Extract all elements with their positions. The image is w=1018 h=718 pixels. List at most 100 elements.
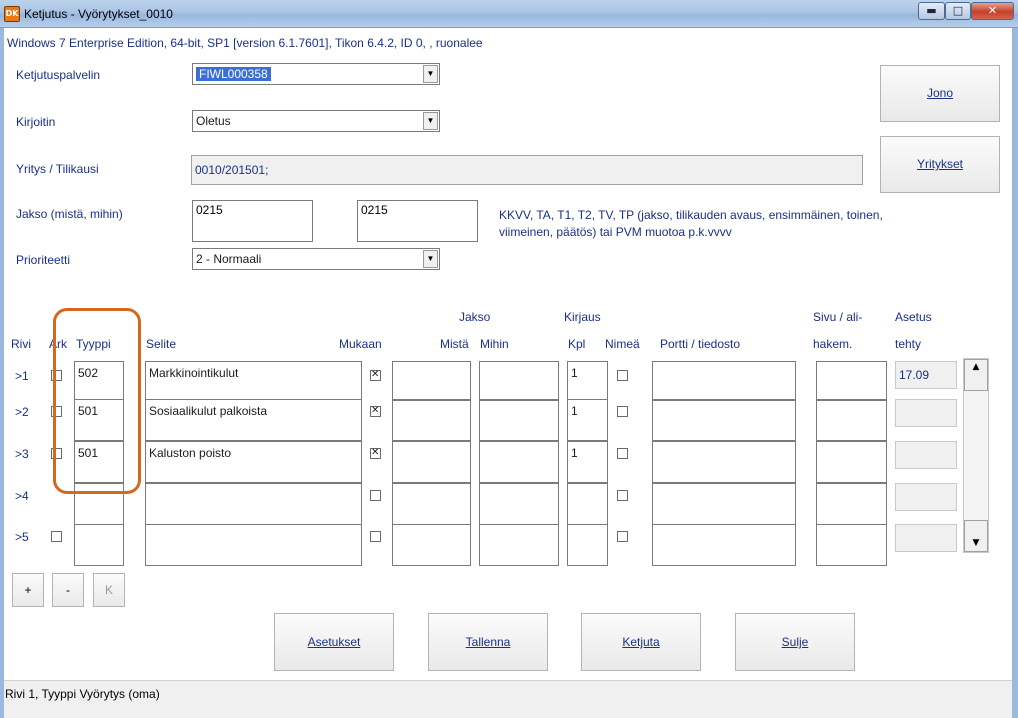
window-frame-right <box>1012 28 1018 718</box>
mista-cell[interactable] <box>392 399 471 441</box>
server-value: FIWL000358 <box>196 67 271 81</box>
mukaan-checkbox[interactable] <box>370 447 381 459</box>
ark-checkbox[interactable] <box>51 531 62 542</box>
mukaan-checkbox[interactable] <box>370 405 381 417</box>
minimize-button[interactable]: ▬ <box>918 2 945 20</box>
nimea-checkbox[interactable] <box>617 531 628 542</box>
sulje-button[interactable]: Sulje <box>735 613 855 671</box>
mihin-cell[interactable] <box>479 524 559 566</box>
selite-cell[interactable] <box>145 524 362 566</box>
server-label: Ketjutuspalvelin <box>16 68 101 82</box>
mista-cell[interactable] <box>392 483 471 525</box>
header-kpl: Kpl <box>568 337 586 351</box>
priority-label: Prioriteetti <box>16 253 71 267</box>
portti-cell[interactable] <box>652 524 796 566</box>
kpl-cell[interactable]: 1 <box>567 441 608 483</box>
printer-label: Kirjoitin <box>16 115 56 129</box>
mihin-cell[interactable] <box>479 399 559 441</box>
mihin-cell[interactable] <box>479 483 559 525</box>
chevron-down-icon[interactable]: ▼ <box>423 112 438 130</box>
nimea-checkbox[interactable] <box>617 448 628 459</box>
tyyppi-cell[interactable]: 501 <box>74 399 124 441</box>
add-row-button[interactable]: + <box>12 573 44 607</box>
scroll-down-icon[interactable]: ▼ <box>964 520 988 552</box>
printer-select[interactable]: Oletus ▼ <box>192 110 440 132</box>
tyyppi-cell[interactable]: 501 <box>74 441 124 483</box>
period-to-input[interactable]: 0215 <box>357 200 478 242</box>
nimea-checkbox[interactable] <box>617 490 628 501</box>
mukaan-checkbox[interactable] <box>370 490 381 501</box>
selite-cell[interactable]: Kaluston poisto <box>145 441 362 483</box>
mista-cell[interactable] <box>392 524 471 566</box>
mista-cell[interactable] <box>392 441 471 483</box>
asetus-cell <box>895 441 957 469</box>
chevron-down-icon[interactable]: ▼ <box>423 250 438 268</box>
asetus-cell <box>895 524 957 552</box>
ark-checkbox[interactable] <box>51 370 62 381</box>
header-mukaan: Mukaan <box>339 337 382 351</box>
sivu-cell[interactable] <box>816 441 887 483</box>
kpl-cell[interactable]: 1 <box>567 361 608 401</box>
k-button[interactable]: K <box>93 573 125 607</box>
header-tyyppi: Tyyppi <box>76 337 111 351</box>
mista-cell[interactable] <box>392 361 471 401</box>
nimea-checkbox[interactable] <box>617 370 628 381</box>
chevron-down-icon[interactable]: ▼ <box>423 65 438 83</box>
asetus-cell <box>895 483 957 511</box>
sivu-cell[interactable] <box>816 399 887 441</box>
kpl-cell[interactable] <box>567 524 608 566</box>
row-label[interactable]: >5 <box>13 524 44 550</box>
header-jakso: Jakso <box>459 310 491 324</box>
system-info: Windows 7 Enterprise Edition, 64-bit, SP… <box>7 36 483 50</box>
kpl-cell[interactable]: 1 <box>567 399 608 441</box>
jono-button[interactable]: Jono <box>880 65 1000 122</box>
remove-row-button[interactable]: - <box>52 573 84 607</box>
tyyppi-cell[interactable] <box>74 524 124 566</box>
selite-cell[interactable]: Sosiaalikulut palkoista <box>145 399 362 441</box>
period-label: Jakso (mistä, mihin) <box>16 207 123 221</box>
header-rivi: Rivi <box>11 337 31 351</box>
row-label[interactable]: >3 <box>13 441 44 467</box>
ark-checkbox[interactable] <box>51 406 62 417</box>
asetus-cell <box>895 399 957 427</box>
close-button[interactable]: ✕ <box>971 2 1014 20</box>
header-tehty: tehty <box>895 337 922 351</box>
portti-cell[interactable] <box>652 483 796 525</box>
nimea-checkbox[interactable] <box>617 406 628 417</box>
selite-cell[interactable]: Markkinointikulut <box>145 361 362 401</box>
portti-cell[interactable] <box>652 361 796 401</box>
mukaan-checkbox[interactable] <box>370 531 381 542</box>
tallenna-button[interactable]: Tallenna <box>428 613 548 671</box>
scroll-up-icon[interactable]: ▲ <box>964 359 988 391</box>
header-asetus: Asetus <box>895 310 932 324</box>
ark-checkbox[interactable] <box>51 448 62 459</box>
asetukset-button[interactable]: Asetukset <box>274 613 394 671</box>
portti-cell[interactable] <box>652 399 796 441</box>
maximize-button[interactable]: □ <box>945 2 971 20</box>
period-from-input[interactable]: 0215 <box>192 200 313 242</box>
server-select[interactable]: FIWL000358 ▼ <box>192 63 440 85</box>
kpl-cell[interactable] <box>567 483 608 525</box>
mukaan-checkbox[interactable] <box>370 369 381 381</box>
ketjuta-button[interactable]: Ketjuta <box>581 613 701 671</box>
row-label[interactable]: >2 <box>13 399 44 425</box>
mihin-cell[interactable] <box>479 441 559 483</box>
portti-cell[interactable] <box>652 441 796 483</box>
row-label[interactable]: >1 <box>13 363 44 389</box>
row-label[interactable]: >4 <box>13 483 44 509</box>
priority-value: 2 - Normaali <box>196 252 262 266</box>
sivu-cell[interactable] <box>816 483 887 525</box>
selite-cell[interactable] <box>145 483 362 525</box>
tyyppi-cell[interactable]: 502 <box>74 361 124 401</box>
tyyppi-cell[interactable] <box>74 483 124 525</box>
sivu-cell[interactable] <box>816 524 887 566</box>
window-title: Ketjutus - Vyörytykset_0010 <box>24 7 173 21</box>
app-icon: DK <box>4 6 20 22</box>
priority-select[interactable]: 2 - Normaali ▼ <box>192 248 440 270</box>
header-mista: Mistä <box>440 337 469 351</box>
header-sivu: Sivu / ali- <box>813 310 863 324</box>
yritykset-button[interactable]: Yritykset <box>880 136 1000 193</box>
sivu-cell[interactable] <box>816 361 887 401</box>
mihin-cell[interactable] <box>479 361 559 401</box>
company-label: Yritys / Tilikausi <box>16 162 99 176</box>
